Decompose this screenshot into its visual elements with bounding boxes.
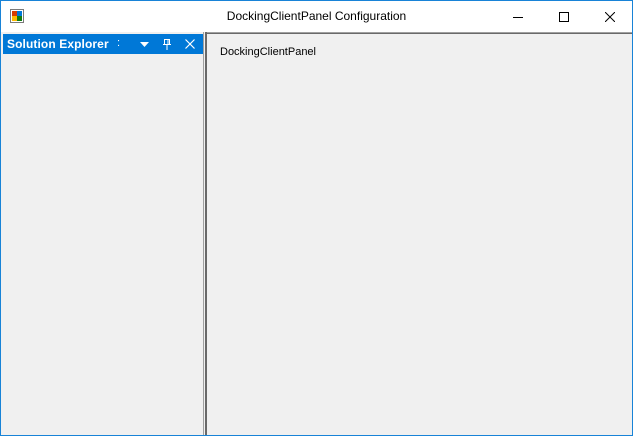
maximize-icon bbox=[559, 11, 569, 22]
solution-explorer-panel[interactable]: Solution Explorer : bbox=[1, 32, 203, 435]
close-button[interactable] bbox=[587, 1, 633, 32]
dock-panel-header[interactable]: Solution Explorer : bbox=[3, 34, 203, 54]
docking-client-panel: DockingClientPanel bbox=[207, 34, 632, 435]
pin-icon bbox=[163, 38, 171, 50]
app-window: DockingClientPanel Configuration Solutio… bbox=[0, 0, 633, 436]
close-icon bbox=[605, 11, 615, 22]
dock-panel-title: Solution Explorer bbox=[7, 37, 109, 51]
minimize-icon bbox=[513, 16, 523, 18]
title-bar[interactable]: DockingClientPanel Configuration bbox=[1, 1, 632, 32]
panel-menu-button[interactable] bbox=[137, 37, 151, 51]
maximize-button[interactable] bbox=[541, 1, 587, 32]
client-area: Solution Explorer : DockingClientPanel bbox=[1, 32, 632, 435]
client-panel-label: DockingClientPanel bbox=[220, 46, 316, 58]
dropdown-arrow-icon bbox=[139, 41, 149, 47]
panel-close-button[interactable] bbox=[183, 37, 197, 51]
close-panel-icon bbox=[185, 39, 195, 49]
minimize-button[interactable] bbox=[495, 1, 541, 32]
pin-button[interactable] bbox=[160, 37, 174, 51]
dock-panel-grip: : bbox=[117, 37, 121, 49]
